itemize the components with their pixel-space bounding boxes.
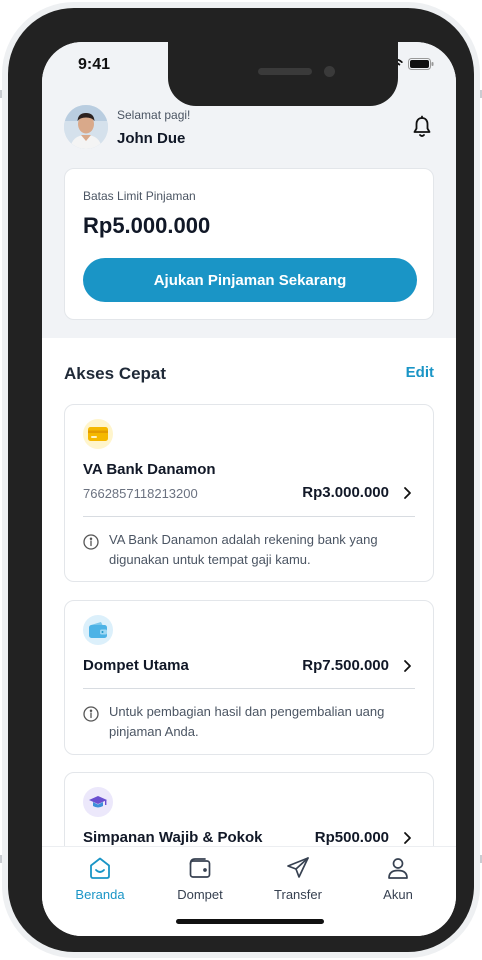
account-balance: Rp3.000.000 (302, 484, 389, 501)
send-icon (287, 857, 309, 878)
home-icon (90, 857, 110, 879)
account-number: 7662857118213200 (83, 486, 198, 501)
wallet-icon (83, 615, 113, 645)
user-name: John Due (117, 130, 186, 147)
apply-loan-button[interactable]: Ajukan Pinjaman Sekarang (83, 258, 417, 302)
phone-frame: 9:41 Selamat pagi! John Due Batas Limit … (8, 8, 474, 952)
avatar-photo (64, 105, 108, 149)
card-icon (83, 419, 113, 449)
chevron-right-icon[interactable] (399, 830, 415, 846)
savings-icon (83, 787, 113, 817)
nav-item-dompet[interactable]: Dompet (150, 847, 250, 907)
account-card-va-bank[interactable]: VA Bank Danamon 7662857118213200 Rp3.000… (64, 404, 434, 582)
account-name: Dompet Utama (83, 657, 189, 674)
account-balance: Rp500.000 (314, 829, 389, 846)
account-name: Simpanan Wajib & Pokok (83, 829, 263, 846)
nav-label: Dompet (177, 887, 223, 902)
divider (83, 516, 415, 517)
nav-item-beranda[interactable]: Beranda (50, 847, 150, 907)
nav-label: Transfer (274, 887, 322, 902)
account-info-text: VA Bank Danamon adalah rekening bank yan… (109, 532, 378, 567)
nav-label: Akun (383, 887, 413, 902)
user-icon (388, 858, 408, 879)
wallet-icon (189, 858, 211, 878)
chevron-right-icon[interactable] (399, 658, 415, 674)
loan-limit-label: Batas Limit Pinjaman (83, 189, 196, 203)
user-avatar[interactable] (64, 105, 108, 149)
nav-label: Beranda (75, 887, 125, 902)
quick-access-title: Akses Cepat (64, 364, 167, 383)
divider (83, 688, 415, 689)
home-indicator[interactable] (176, 919, 324, 924)
account-info-text: Untuk pembagian hasil dan pengembalian u… (109, 704, 385, 739)
chevron-right-icon[interactable] (399, 485, 415, 501)
bell-icon[interactable] (410, 115, 434, 139)
loan-limit-amount: Rp5.000.000 (83, 213, 211, 238)
front-camera (324, 66, 335, 77)
account-balance: Rp7.500.000 (302, 657, 389, 674)
loan-limit-card: Batas Limit Pinjaman Rp5.000.000 Ajukan … (64, 168, 434, 320)
quick-access-edit-link[interactable]: Edit (406, 364, 434, 381)
account-name: VA Bank Danamon (83, 461, 216, 478)
info-icon (83, 534, 99, 550)
greeting-text: Selamat pagi! (117, 108, 191, 122)
account-card-dompet-utama[interactable]: Dompet Utama Rp7.500.000 Untuk pembagian… (64, 600, 434, 755)
speaker-grill (258, 68, 312, 75)
nav-item-transfer[interactable]: Transfer (248, 847, 348, 907)
nav-item-akun[interactable]: Akun (348, 847, 448, 907)
status-time: 9:41 (78, 56, 111, 73)
info-icon (83, 706, 99, 722)
phone-notch (168, 42, 398, 106)
battery-icon (408, 58, 434, 70)
app-screen: 9:41 Selamat pagi! John Due Batas Limit … (42, 42, 456, 936)
